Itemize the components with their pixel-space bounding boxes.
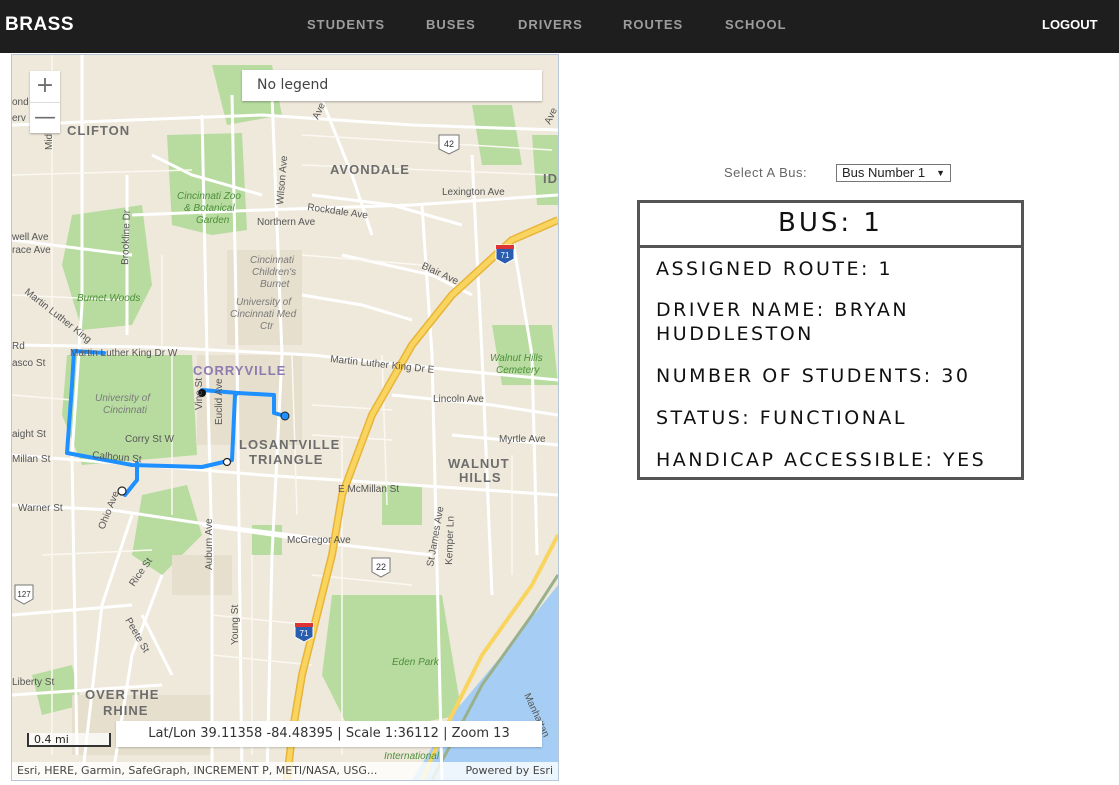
coordinate-readout: Lat/Lon 39.11358 -84.48395 | Scale 1:361… xyxy=(116,721,542,747)
map-canvas[interactable]: 42 71 71 22 127 CLIFTON AVONDALE CORRYVI… xyxy=(12,55,558,780)
svg-text:Lincoln Ave: Lincoln Ave xyxy=(433,394,484,405)
svg-text:Burnet: Burnet xyxy=(260,279,291,290)
label-over-the: OVER THE xyxy=(85,687,159,702)
svg-text:race Ave: race Ave xyxy=(12,245,51,256)
svg-text:Auburn Ave: Auburn Ave xyxy=(204,518,215,570)
label-rhine: RHINE xyxy=(103,703,148,718)
svg-text:Cincinnati: Cincinnati xyxy=(250,255,295,266)
bus-status: STATUS: FUNCTIONAL xyxy=(656,407,908,429)
route-map[interactable]: 42 71 71 22 127 CLIFTON AVONDALE CORRYVI… xyxy=(11,54,559,781)
svg-text:Brookline Dr: Brookline Dr xyxy=(120,209,133,265)
svg-text:E McMillan St: E McMillan St xyxy=(338,484,399,495)
driver-name-line1: DRIVER NAME: BRYAN xyxy=(656,299,910,321)
svg-text:Cincinnati Med: Cincinnati Med xyxy=(230,309,297,320)
svg-text:erv: erv xyxy=(12,113,26,124)
svg-text:Garden: Garden xyxy=(196,215,230,226)
svg-text:Mid: Mid xyxy=(44,134,55,150)
svg-text:Rd: Rd xyxy=(12,341,25,352)
svg-text:Euclid Ave: Euclid Ave xyxy=(214,378,225,425)
logout-button[interactable]: LOGOUT xyxy=(1042,17,1098,32)
svg-text:Eden Park: Eden Park xyxy=(392,657,440,668)
svg-text:Martin Luther King Dr W: Martin Luther King Dr W xyxy=(70,348,178,359)
nav-drivers[interactable]: DRIVERS xyxy=(518,17,583,32)
svg-text:127: 127 xyxy=(17,590,31,599)
svg-text:aight St: aight St xyxy=(12,429,46,440)
svg-text:International: International xyxy=(384,751,440,762)
svg-text:Corry St W: Corry St W xyxy=(125,434,174,445)
svg-text:Millan St: Millan St xyxy=(12,454,51,465)
map-attribution: Esri, HERE, Garmin, SafeGraph, INCREMENT… xyxy=(12,762,558,780)
svg-text:Young St: Young St xyxy=(230,605,241,645)
nav-school[interactable]: SCHOOL xyxy=(725,17,787,32)
attribution-text[interactable]: Esri, HERE, Garmin, SafeGraph, INCREMENT… xyxy=(17,762,377,780)
route-stop-marker[interactable] xyxy=(222,457,232,467)
bus-title: BUS: 1 xyxy=(640,203,1021,248)
svg-text:Ctr: Ctr xyxy=(260,321,274,332)
label-ids: IDS xyxy=(543,171,558,186)
top-navbar: BRASS STUDENTS BUSES DRIVERS ROUTES SCHO… xyxy=(0,0,1119,53)
svg-text:McGregor Ave: McGregor Ave xyxy=(287,535,351,546)
chevron-down-icon: ▼ xyxy=(936,168,945,178)
label-hills: HILLS xyxy=(459,470,502,485)
bus-info-card: BUS: 1 ASSIGNED ROUTE: 1 DRIVER NAME: BR… xyxy=(637,200,1024,480)
svg-text:ond: ond xyxy=(12,97,29,108)
svg-text:42: 42 xyxy=(444,139,454,149)
svg-text:University of: University of xyxy=(236,297,292,308)
bus-select-value: Bus Number 1 xyxy=(842,165,926,180)
number-of-students: NUMBER OF STUDENTS: 30 xyxy=(656,365,971,387)
svg-text:Burnet Woods: Burnet Woods xyxy=(77,293,140,304)
svg-text:Warner St: Warner St xyxy=(18,503,63,514)
nav-routes[interactable]: ROUTES xyxy=(623,17,683,32)
zoom-out-button[interactable]: — xyxy=(30,103,60,134)
nav-students[interactable]: STUDENTS xyxy=(307,17,385,32)
handicap-accessible: HANDICAP ACCESSIBLE: YES xyxy=(656,449,987,471)
label-clifton: CLIFTON xyxy=(67,123,130,138)
label-walnut: WALNUT xyxy=(448,456,510,471)
svg-text:Lexington Ave: Lexington Ave xyxy=(442,187,505,198)
svg-text:Myrtle Ave: Myrtle Ave xyxy=(499,434,546,445)
nav-buses[interactable]: BUSES xyxy=(426,17,476,32)
assigned-route: ASSIGNED ROUTE: 1 xyxy=(656,258,894,280)
bus-select-label: Select A Bus: xyxy=(724,165,808,180)
label-triangle: TRIANGLE xyxy=(249,452,323,467)
zoom-control: + — xyxy=(30,71,60,133)
bus-select-dropdown[interactable]: Bus Number 1 ▼ xyxy=(836,164,951,182)
svg-text:well Ave: well Ave xyxy=(12,232,49,243)
scale-bar: 0.4 mi xyxy=(27,733,111,747)
label-corryville: CORRYVILLE xyxy=(193,363,286,378)
svg-text:Northern Ave: Northern Ave xyxy=(257,217,316,228)
svg-text:University of: University of xyxy=(95,393,151,404)
powered-by-link[interactable]: Powered by Esri xyxy=(465,762,553,780)
label-losantville: LOSANTVILLE xyxy=(239,437,340,452)
driver-name-line2: HUDDLESTON xyxy=(656,323,814,345)
svg-text:Kemper Ln: Kemper Ln xyxy=(444,516,457,565)
svg-text:Children's: Children's xyxy=(252,267,296,278)
map-legend: No legend xyxy=(242,70,542,101)
svg-text:71: 71 xyxy=(501,251,510,260)
svg-text:71: 71 xyxy=(300,629,309,638)
route-stop-marker[interactable] xyxy=(280,411,290,421)
svg-text:Liberty St: Liberty St xyxy=(12,677,54,688)
svg-text:& Botanical: & Botanical xyxy=(184,203,235,214)
svg-text:Walnut Hills: Walnut Hills xyxy=(490,353,543,364)
svg-text:Cincinnati Zoo: Cincinnati Zoo xyxy=(177,191,241,202)
svg-text:Vine St: Vine St xyxy=(194,378,205,410)
svg-text:Cemetery: Cemetery xyxy=(496,365,540,376)
svg-text:Cincinnati: Cincinnati xyxy=(103,405,148,416)
svg-text:22: 22 xyxy=(376,562,386,572)
zoom-in-button[interactable]: + xyxy=(30,71,60,103)
svg-text:asco St: asco St xyxy=(12,358,46,369)
label-avondale: AVONDALE xyxy=(330,162,410,177)
brand-logo[interactable]: BRASS xyxy=(5,14,74,36)
